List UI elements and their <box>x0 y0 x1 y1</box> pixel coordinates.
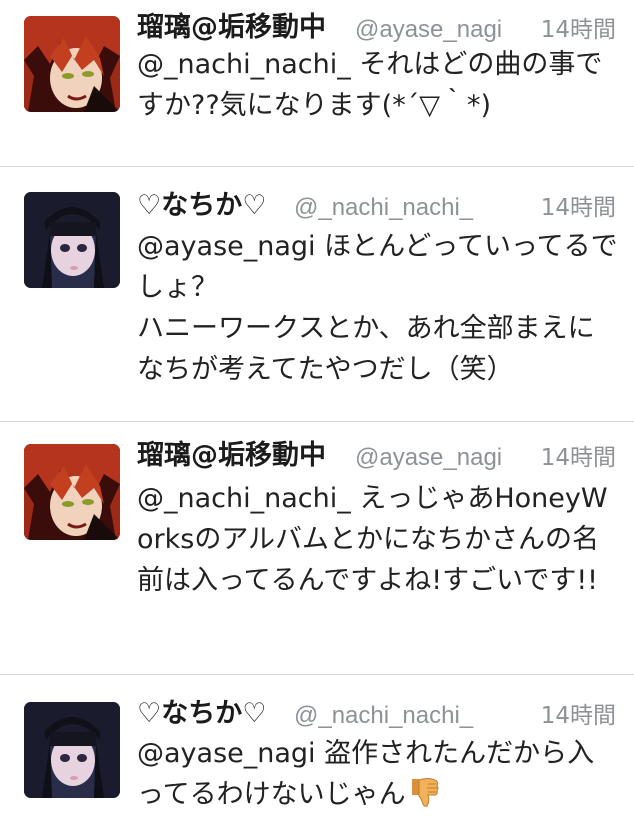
timestamp: 14時間 <box>540 195 616 221</box>
tweet-item[interactable]: 瑠璃@垢移動中 @ayase_nagi 14時間 @_nachi_nachi_ … <box>0 0 634 167</box>
avatar-anime-redhair-image <box>24 16 120 112</box>
user-handle[interactable]: @_nachi_nachi_ <box>294 191 473 225</box>
tweet-item[interactable]: ♡なちか♡ @_nachi_nachi_ 14時間 @ayase_nagi 盗作… <box>0 675 634 835</box>
tweet-header: ♡なちか♡ @_nachi_nachi_ 14時間 <box>137 697 616 731</box>
tweet-item[interactable]: 瑠璃@垢移動中 @ayase_nagi 14時間 @_nachi_nachi_ … <box>0 422 634 675</box>
tweet-text-container: @ayase_nagi 盗作されたんだから入ってるわけないじゃん <box>137 733 620 815</box>
thumbs-down-icon <box>411 778 439 807</box>
timestamp: 14時間 <box>540 703 616 729</box>
avatar[interactable] <box>24 192 120 288</box>
avatar[interactable] <box>24 16 120 112</box>
user-handle[interactable]: @ayase_nagi <box>355 441 502 475</box>
display-name[interactable]: ♡なちか♡ <box>137 697 266 731</box>
user-handle[interactable]: @_nachi_nachi_ <box>294 699 473 733</box>
timestamp: 14時間 <box>540 17 616 43</box>
tweet-header: 瑠璃@垢移動中 @ayase_nagi 14時間 <box>137 439 616 473</box>
avatar-anime-redhair-image <box>24 444 120 540</box>
avatar-girl-photo-image <box>24 702 120 798</box>
tweet-header: ♡なちか♡ @_nachi_nachi_ 14時間 <box>137 189 616 223</box>
timestamp: 14時間 <box>540 445 616 471</box>
tweet-text: @ayase_nagi ほとんどっていってるでしょ？ ハニーワークスとか、あれ全… <box>137 231 618 385</box>
avatar-girl-photo-image <box>24 192 120 288</box>
tweet-text: @_nachi_nachi_ それはどの曲の事ですか??気になります(*´▽｀*… <box>137 49 603 121</box>
display-name[interactable]: 瑠璃@垢移動中 <box>137 11 326 45</box>
tweet-timeline: 瑠璃@垢移動中 @ayase_nagi 14時間 @_nachi_nachi_ … <box>0 0 634 818</box>
tweet-text: @_nachi_nachi_ えっじゃあHoneyWorksのアルバムとかになち… <box>137 483 608 596</box>
tweet-item[interactable]: ♡なちか♡ @_nachi_nachi_ 14時間 @ayase_nagi ほと… <box>0 167 634 422</box>
avatar[interactable] <box>24 702 120 798</box>
user-handle[interactable]: @ayase_nagi <box>355 13 502 47</box>
display-name[interactable]: ♡なちか♡ <box>137 189 266 223</box>
tweet-header: 瑠璃@垢移動中 @ayase_nagi 14時間 <box>137 11 616 45</box>
avatar[interactable] <box>24 444 120 540</box>
display-name[interactable]: 瑠璃@垢移動中 <box>137 439 326 473</box>
tweet-text: @ayase_nagi 盗作されたんだから入ってるわけないじゃん <box>137 738 595 810</box>
